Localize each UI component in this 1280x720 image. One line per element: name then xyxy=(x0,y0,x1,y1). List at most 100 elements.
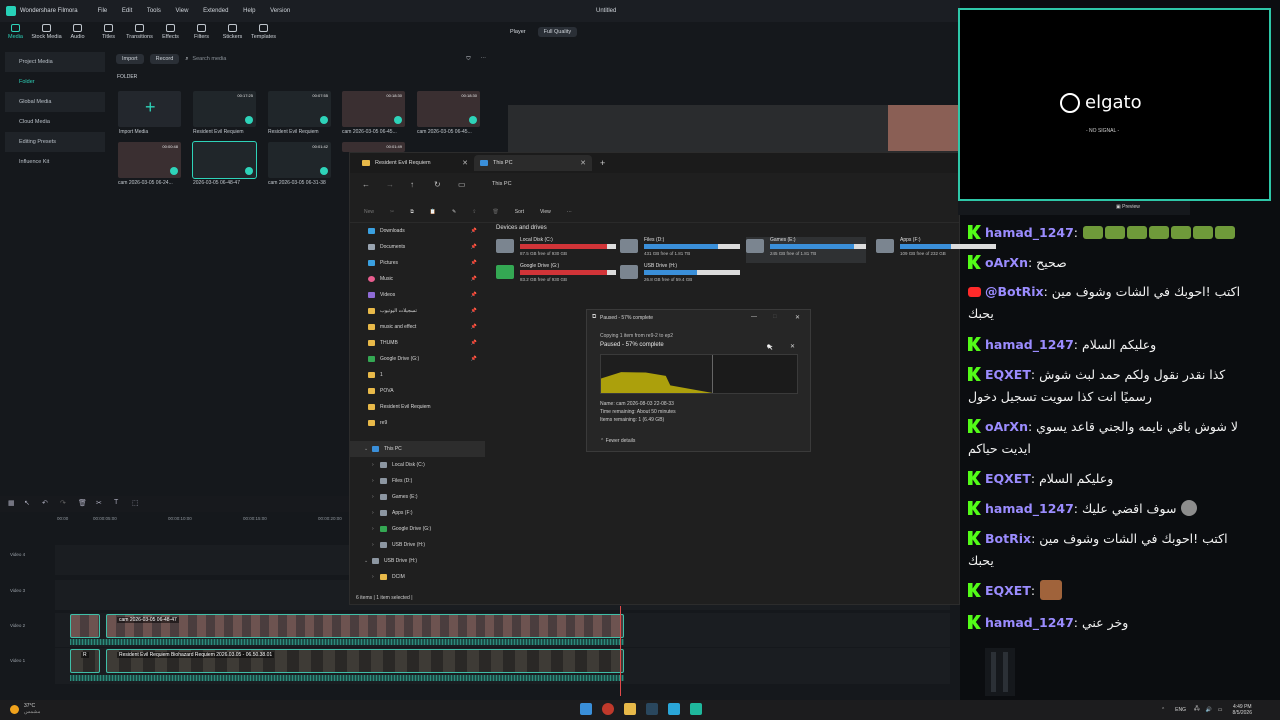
nav-item-resident-evil-requiem[interactable]: Resident Evil Requiem xyxy=(350,399,485,415)
menu-help[interactable]: Help xyxy=(243,8,255,14)
minimize-icon[interactable]: — xyxy=(751,314,757,320)
crop-icon[interactable]: ⬚ xyxy=(132,499,139,507)
paste-icon[interactable]: 📋 xyxy=(430,209,436,215)
sidebar-item-editing-presets[interactable]: Editing Presets xyxy=(5,132,105,152)
close-icon[interactable]: ✕ xyxy=(795,314,800,321)
app-icon[interactable] xyxy=(668,703,680,715)
windows-start-icon[interactable] xyxy=(580,703,592,715)
tool-stickers[interactable]: Stickers xyxy=(217,22,248,46)
media-thumbnail[interactable]: 00:07:55 xyxy=(268,91,331,127)
chevron-right-icon[interactable]: › xyxy=(372,494,380,500)
fewer-details-button[interactable]: ⌃ Fewer details xyxy=(600,438,635,444)
tree-local-disk-c[interactable]: › Local Disk (C:) xyxy=(350,457,485,473)
drive-tile[interactable]: Games (E:) 245 GB free of 1.81 TB xyxy=(746,237,866,263)
chevron-right-icon[interactable]: › xyxy=(372,542,380,548)
address-path[interactable]: This PC xyxy=(492,181,512,187)
sidebar-item-influence-kit[interactable]: Influence Kit xyxy=(5,152,105,172)
sidebar-item-global-media[interactable]: Global Media xyxy=(5,92,105,112)
back-icon[interactable]: ← xyxy=(362,180,386,189)
clock[interactable]: 4:49 PM 8/5/2026 xyxy=(1233,704,1252,716)
timeline-clip-small[interactable] xyxy=(70,614,100,638)
drive-tile[interactable]: Local Disk (C:) 87.5 GB free of 930 GB xyxy=(496,237,616,263)
nav-item-music-and-effect[interactable]: music and effect 📌 xyxy=(350,319,485,335)
up-icon[interactable]: ↑ xyxy=(410,180,434,189)
undo-icon[interactable]: ↶ xyxy=(42,499,48,507)
drive-tile[interactable]: USB Drive (H:) 26.8 GB free of 59.4 GB xyxy=(620,263,740,289)
search-input[interactable]: Search media xyxy=(192,56,226,62)
share-icon[interactable]: ⇪ xyxy=(472,209,476,215)
new-tab-icon[interactable]: + xyxy=(600,158,605,168)
tool-effects[interactable]: Effects xyxy=(155,22,186,46)
chat-username[interactable]: hamad_1247 xyxy=(985,501,1074,516)
chat-username[interactable]: EQXET xyxy=(985,583,1031,598)
tool-templates[interactable]: Templates xyxy=(248,22,279,46)
tool-transitions[interactable]: Transitions xyxy=(124,22,155,46)
menu-tools[interactable]: Tools xyxy=(147,8,161,14)
view-button[interactable]: View xyxy=(540,209,551,215)
menu-edit[interactable]: Edit xyxy=(122,8,132,14)
nav-item-videos[interactable]: Videos 📌 xyxy=(350,287,485,303)
record-button[interactable]: Record xyxy=(149,54,180,64)
filmora-taskbar-icon[interactable] xyxy=(690,703,702,715)
chat-username[interactable]: hamad_1247 xyxy=(985,337,1074,352)
menu-extended[interactable]: Extended xyxy=(203,8,228,14)
volume-icon[interactable]: 🔊 xyxy=(1206,707,1212,713)
quality-select[interactable]: Full Quality xyxy=(537,27,578,37)
tool-audio[interactable]: Audio xyxy=(62,22,93,46)
tab-resident-evil-requiem[interactable]: Resident Evil Requiem ✕ xyxy=(356,155,474,171)
tree-usb-drive-h[interactable]: › USB Drive (H:) xyxy=(350,537,485,553)
chat-username[interactable]: EQXET xyxy=(985,471,1031,486)
tree-files-d[interactable]: › Files (D:) xyxy=(350,473,485,489)
close-icon[interactable]: ✕ xyxy=(462,159,468,167)
network-icon[interactable]: 🖧 xyxy=(1194,706,1200,714)
language-indicator[interactable]: ENG xyxy=(1175,707,1186,713)
track-header-video4[interactable]: Video 4 xyxy=(0,552,55,557)
timeline-clip-small[interactable]: R xyxy=(70,649,100,673)
drive-tile[interactable]: Google Drive (G:) 83.2 GB free of 930 GB xyxy=(496,263,616,289)
chevron-up-icon[interactable]: ⌃ xyxy=(1161,707,1165,713)
nav-item-youtube-recordings[interactable]: تسجيلات اليوتيوب 📌 xyxy=(350,303,485,319)
chat-username[interactable]: oArXn xyxy=(985,255,1028,270)
timeline-clip-video2[interactable]: cam 2026-03-05 06-48-47 xyxy=(106,614,624,638)
chevron-right-icon[interactable]: › xyxy=(372,462,380,468)
nav-item-thumb[interactable]: THUMB 📌 xyxy=(350,335,485,351)
more-icon[interactable]: ⋯ xyxy=(567,209,572,215)
more-icon[interactable]: ⋯ xyxy=(481,56,487,62)
chat-username[interactable]: oArXn xyxy=(985,419,1028,434)
delete-icon[interactable]: 🗑 xyxy=(492,209,498,215)
chevron-right-icon[interactable]: › xyxy=(372,574,380,580)
tree-apps-f[interactable]: › Apps (F:) xyxy=(350,505,485,521)
chevron-down-icon[interactable]: ⌄ xyxy=(364,446,372,452)
nav-item-music[interactable]: Music 📌 xyxy=(350,271,485,287)
preview-button[interactable]: ▣ Preview xyxy=(1116,204,1140,210)
tree-google-drive-g[interactable]: › Google Drive (G:) xyxy=(350,521,485,537)
steam-icon[interactable] xyxy=(646,703,658,715)
sidebar-item-project-media[interactable]: Project Media xyxy=(5,52,105,72)
chat-username[interactable]: hamad_1247 xyxy=(985,225,1074,240)
media-thumbnail[interactable]: 00:00:48 xyxy=(118,142,181,178)
playhead[interactable] xyxy=(620,606,621,696)
brave-browser-icon[interactable] xyxy=(602,703,614,715)
chevron-down-icon[interactable]: ⌄ xyxy=(364,558,372,564)
nav-item-pictures[interactable]: Pictures 📌 xyxy=(350,255,485,271)
drive-tile[interactable]: Files (D:) 431 GB free of 1.81 TB xyxy=(620,237,740,263)
chat-username[interactable]: BotRix xyxy=(985,531,1031,546)
media-thumbnail[interactable]: 00:18:30 xyxy=(417,91,480,127)
delete-icon[interactable]: 🗑 xyxy=(78,499,87,507)
forward-icon[interactable]: → xyxy=(386,180,410,189)
cut-icon[interactable]: ✂ xyxy=(390,209,394,215)
chat-username[interactable]: hamad_1247 xyxy=(985,615,1074,630)
track-header-video3[interactable]: Video 3 xyxy=(0,588,55,593)
filter-icon[interactable]: ⛉ xyxy=(466,56,470,63)
chat-username[interactable]: @BotRix xyxy=(985,284,1044,299)
file-explorer-icon[interactable] xyxy=(624,703,636,715)
menu-file[interactable]: File xyxy=(98,8,108,14)
cancel-icon[interactable]: ✕ xyxy=(790,343,795,350)
chevron-right-icon[interactable]: › xyxy=(372,526,380,532)
track-header-video1[interactable]: Video 1 xyxy=(0,658,55,663)
copy-icon[interactable]: ⧉ xyxy=(410,209,414,215)
tool-filters[interactable]: Filters xyxy=(186,22,217,46)
close-icon[interactable]: ✕ xyxy=(580,159,586,167)
media-thumbnail[interactable]: 00:01:49 xyxy=(342,142,405,152)
rename-icon[interactable]: ✎ xyxy=(452,209,456,215)
